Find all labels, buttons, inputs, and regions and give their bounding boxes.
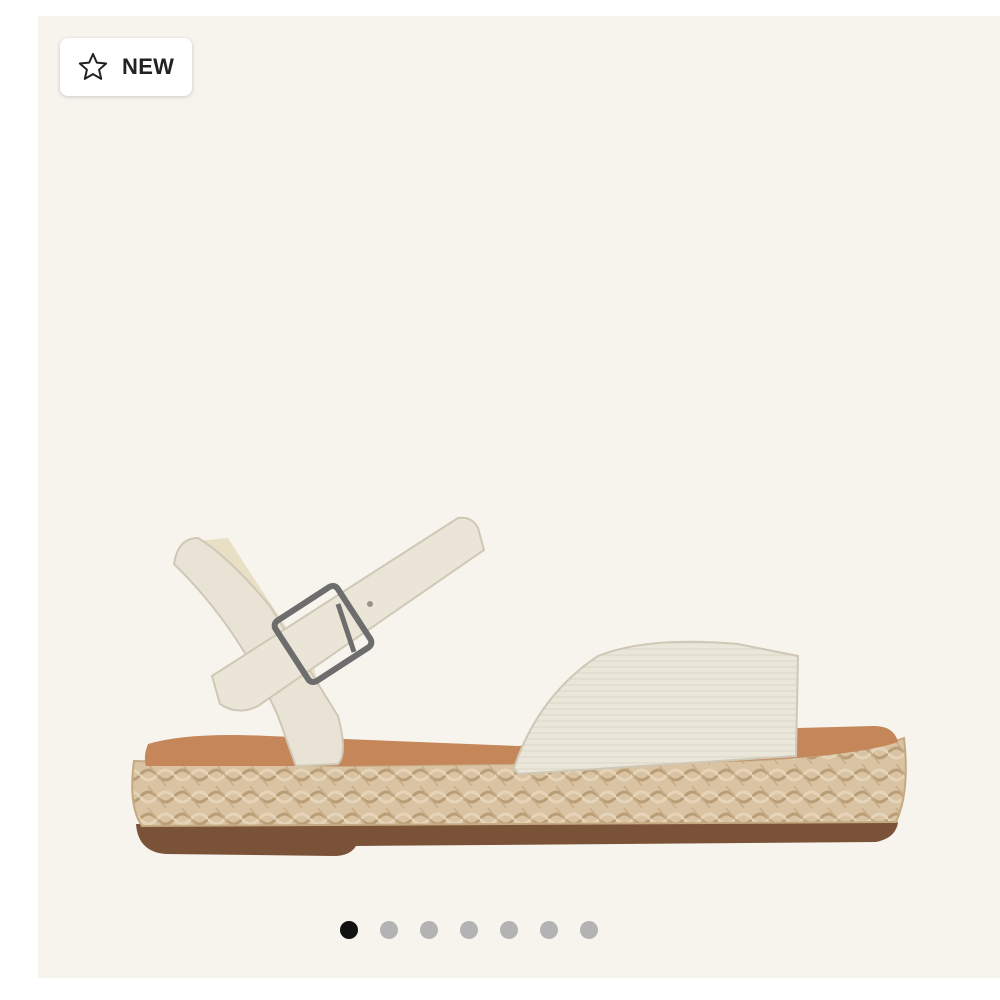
carousel-dot-3[interactable] <box>420 921 438 939</box>
carousel-dot-2[interactable] <box>380 921 398 939</box>
product-image-card: NEW <box>38 16 1000 978</box>
carousel-dot-4[interactable] <box>460 921 478 939</box>
carousel-dot-5[interactable] <box>500 921 518 939</box>
carousel-dot-1[interactable] <box>340 921 358 939</box>
carousel-dot-6[interactable] <box>540 921 558 939</box>
carousel-pagination <box>38 921 1000 939</box>
product-image <box>131 516 907 856</box>
carousel-dot-7[interactable] <box>580 921 598 939</box>
